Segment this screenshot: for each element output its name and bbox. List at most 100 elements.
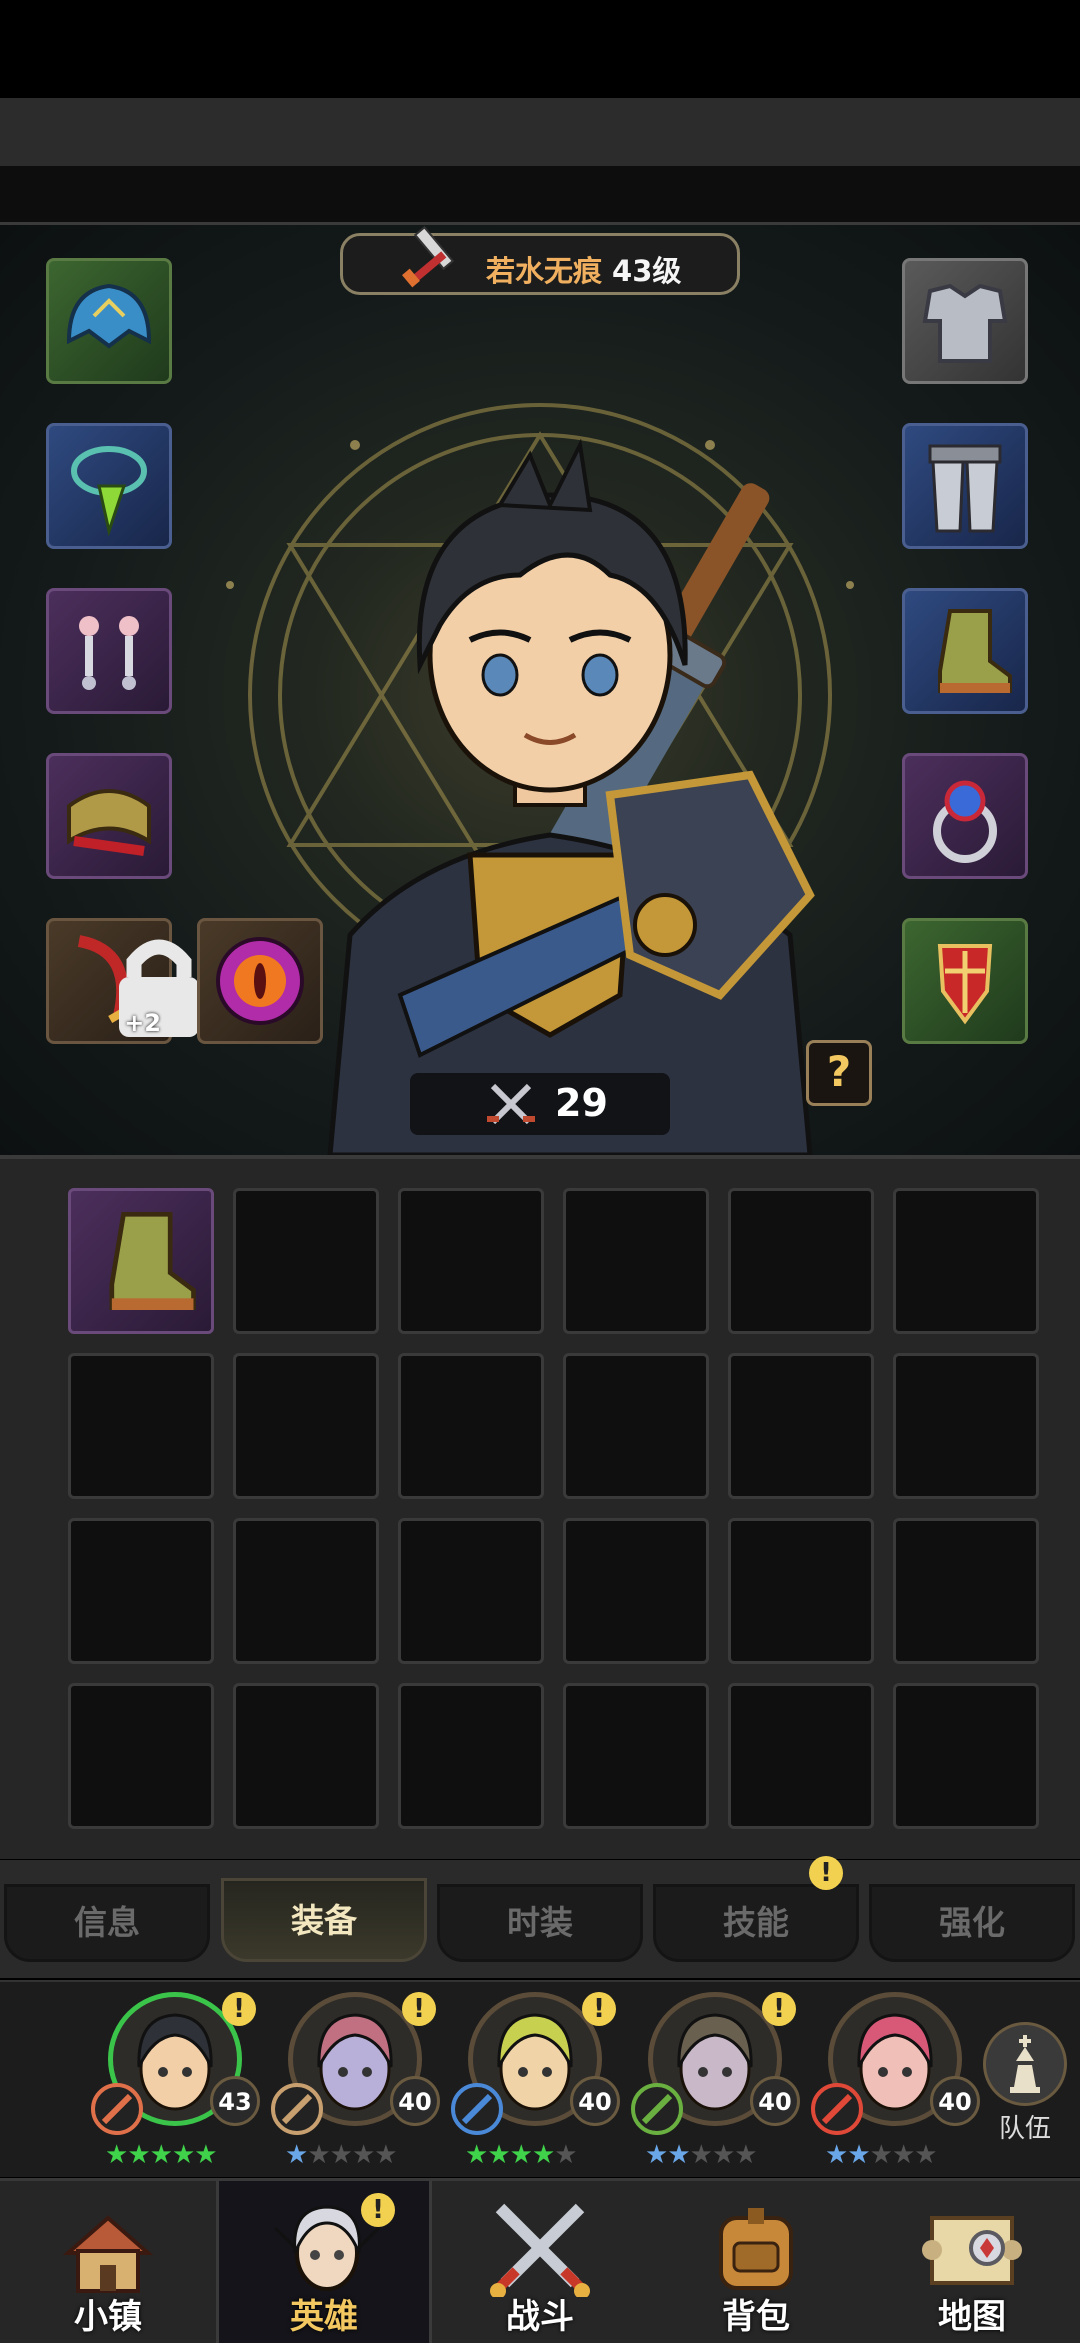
inventory-grid [0,1155,1080,1859]
helmet-slot[interactable] [46,258,172,384]
nav-item-4[interactable]: 地图 [864,2181,1080,2343]
alert-badge: ! [222,1992,256,2026]
inventory-empty-slot[interactable] [233,1188,379,1334]
necklace-icon [71,446,147,537]
ring-slot[interactable] [902,753,1028,879]
bottom-navigation: 小镇 英雄! 战斗 背包 地图 [0,2178,1080,2343]
nav-label: 小镇 [74,2297,142,2337]
chest-armor-slot[interactable] [902,258,1028,384]
inventory-empty-slot[interactable] [68,1683,214,1829]
hero-class-icon [90,2082,144,2136]
hero-equipment-panel: 若水无痕 43级 +2 ? 29 [0,225,1080,1155]
inventory-empty-slot[interactable] [893,1353,1039,1499]
star-icon: ★ [825,2140,848,2170]
hero-name: 若水无痕 [486,254,603,288]
inventory-empty-slot[interactable] [563,1518,709,1664]
star-icon: ★ [891,2140,915,2170]
top-strip [0,98,1080,167]
chess-king-icon [983,2022,1067,2106]
tab-3[interactable]: 技能 [653,1884,859,1962]
star-icon: ★ [667,2140,690,2170]
nav-item-3[interactable]: 背包 [648,2181,864,2343]
hero-title-plate: 若水无痕 43级 [340,225,740,295]
inventory-empty-slot[interactable] [233,1353,379,1499]
team-button[interactable]: 队伍 [980,2022,1070,2152]
inventory-empty-slot[interactable] [893,1683,1039,1829]
hero-level-badge: 40 [930,2076,980,2126]
orb-slot[interactable] [197,918,323,1044]
helmet-icon [66,283,152,349]
hero-card-0[interactable]: 43 ★★★★★! [90,1992,260,2172]
star-icon: ★ [307,2140,330,2170]
hero-star-rating: ★★★★★ [285,2140,398,2170]
inventory-empty-slot[interactable] [728,1683,874,1829]
inventory-empty-slot[interactable] [893,1518,1039,1664]
bracer-icon [67,789,151,856]
hero-card-1[interactable]: 40 ★★★★★! [270,1992,440,2172]
star-icon: ★ [374,2140,397,2170]
tab-label: 信息 [74,1903,140,1942]
inventory-empty-slot[interactable] [728,1353,874,1499]
inventory-empty-slot[interactable] [398,1353,544,1499]
star-icon: ★ [487,2140,510,2170]
hero-card-3[interactable]: 40 ★★★★★! [630,1992,800,2172]
boots-slot[interactable] [902,588,1028,714]
ring-icon [933,780,997,863]
inventory-empty-slot[interactable] [68,1353,214,1499]
help-button[interactable]: ? [806,1040,872,1106]
inventory-empty-slot[interactable] [563,1353,709,1499]
star-icon: ★ [194,2140,217,2170]
shield-slot[interactable] [902,918,1028,1044]
tab-4[interactable]: 强化 [869,1884,1075,1962]
backpack-icon [696,2193,816,2297]
star-icon: ★ [554,2140,577,2170]
inventory-empty-slot[interactable] [398,1188,544,1334]
chest-armor-icon [922,283,1008,363]
hero-card-2[interactable]: 40 ★★★★★! [450,1992,620,2172]
inventory-empty-slot[interactable] [68,1518,214,1664]
hero-star-rating: ★★★★★ [645,2140,758,2170]
inventory-empty-slot[interactable] [728,1188,874,1334]
inventory-item-boots[interactable] [68,1188,214,1334]
inventory-empty-slot[interactable] [233,1683,379,1829]
inventory-empty-slot[interactable] [398,1518,544,1664]
hero-level-badge: 40 [390,2076,440,2126]
weapon-slot[interactable]: +2 [46,918,199,1044]
tab-label: 技能 [723,1903,789,1942]
hero-level-badge: 40 [750,2076,800,2126]
tab-2[interactable]: 时装 [437,1884,643,1962]
hero-class-icon [270,2082,324,2136]
alert-badge: ! [361,2193,395,2227]
inventory-empty-slot[interactable] [233,1518,379,1664]
tab-label: 强化 [939,1903,1005,1942]
inventory-empty-slot[interactable] [398,1683,544,1829]
necklace-slot[interactable] [46,423,172,549]
nav-item-0[interactable]: 小镇 [0,2181,216,2343]
eye-orb-icon [216,937,304,1025]
nav-item-1[interactable]: 英雄! [216,2181,432,2343]
star-icon: ★ [847,2140,870,2170]
hero-card-4[interactable]: 40 ★★★★★ [810,1992,980,2172]
nav-item-2[interactable]: 战斗 [432,2181,648,2343]
inventory-empty-slot[interactable] [563,1683,709,1829]
leg-armor-slot[interactable] [902,423,1028,549]
tab-0[interactable]: 信息 [4,1884,210,1962]
equipment-tab-bar: 信息 装备 时装 技能! 强化 [0,1856,1080,1978]
bracer-slot[interactable] [46,753,172,879]
inventory-empty-slot[interactable] [893,1188,1039,1334]
tab-1[interactable]: 装备 [221,1878,427,1962]
team-label: 队伍 [998,2114,1051,2144]
crossed-swords-icon [480,2193,600,2299]
inventory-empty-slot[interactable] [728,1518,874,1664]
boots-icon [938,609,1012,693]
alert-badge: ! [762,1992,796,2026]
boots-icon [109,1212,196,1310]
earrings-slot[interactable] [46,588,172,714]
inventory-empty-slot[interactable] [563,1188,709,1334]
star-icon: ★ [127,2140,150,2170]
nav-label: 英雄 [290,2297,358,2337]
nav-label: 战斗 [506,2297,574,2337]
top-dark-band [0,166,1080,225]
star-icon: ★ [149,2140,173,2170]
hero-title-text: 若水无痕 43级 [486,248,681,290]
